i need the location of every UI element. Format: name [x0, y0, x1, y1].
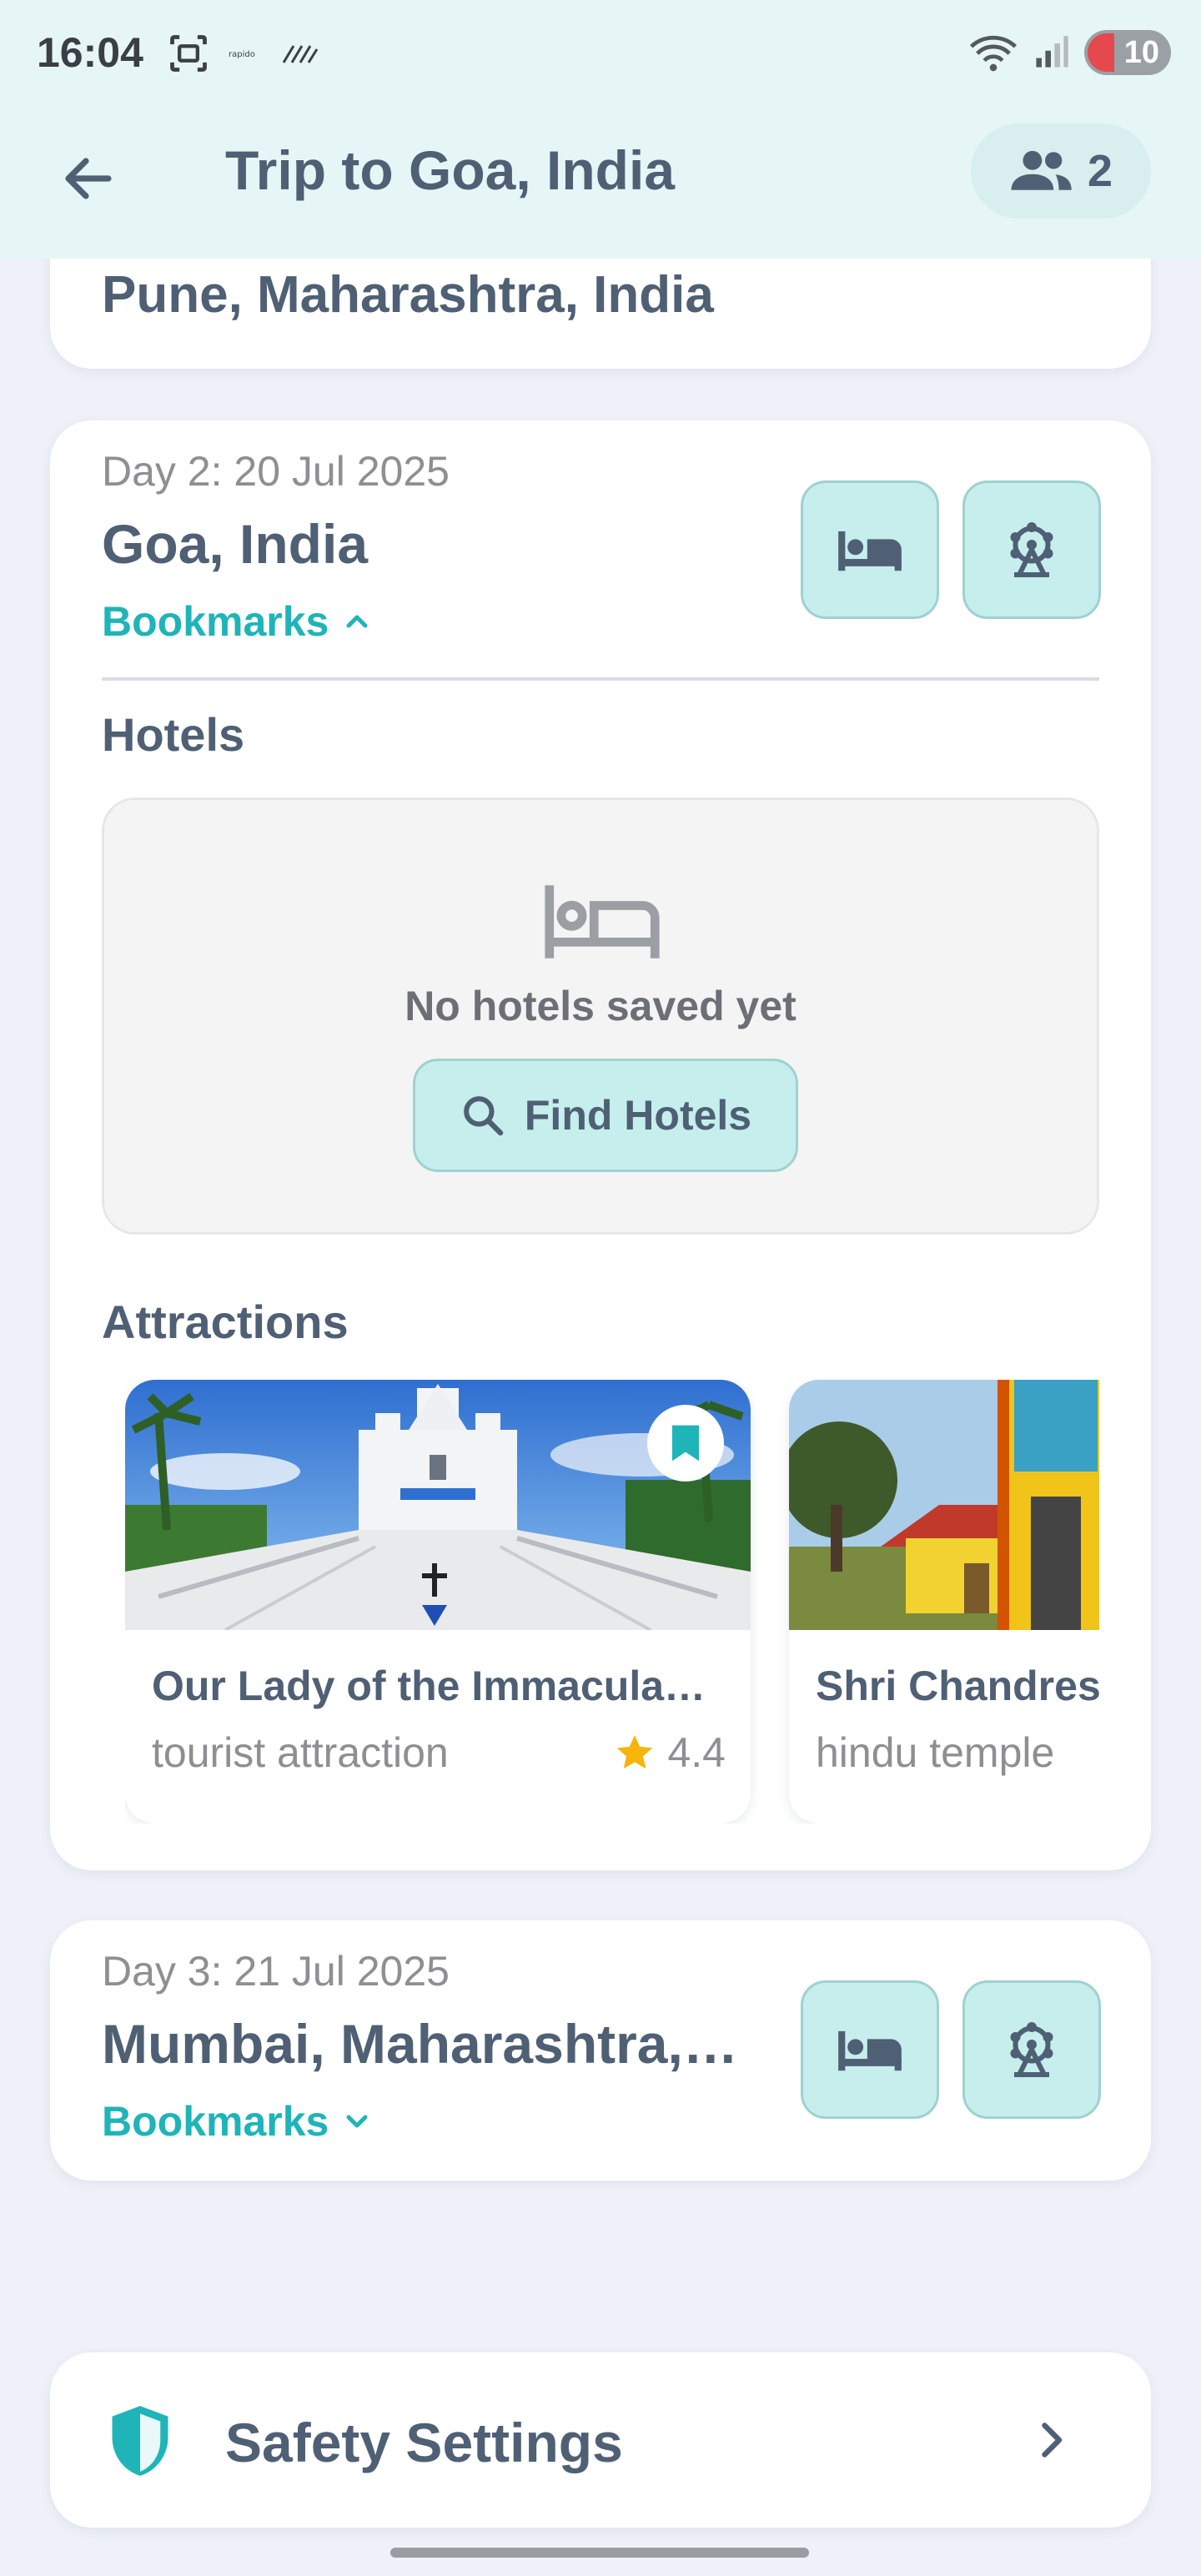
status-time: 16:04 [37, 29, 143, 76]
attractions-section-title: Attractions [102, 1296, 349, 1348]
battery-low-fill [1088, 33, 1114, 72]
battery-indicator: 10 [1084, 30, 1171, 75]
attractions-search-button[interactable] [962, 1980, 1101, 2119]
svg-text:rapido: rapido [229, 50, 255, 59]
attraction-card[interactable]: Our Lady of the Immacula… tourist attrac… [125, 1380, 751, 1824]
slash-icon [282, 45, 319, 63]
status-icons-right: 10 [969, 30, 1171, 75]
members-button[interactable]: 2 [971, 123, 1151, 219]
arrow-back-icon [65, 158, 112, 199]
day-label: Day 3: 21 Jul 2025 [102, 1948, 450, 1995]
attraction-name: Our Lady of the Immacula… [152, 1663, 706, 1709]
attraction-type: tourist attraction [152, 1729, 449, 1776]
back-button[interactable] [50, 140, 127, 217]
members-count: 2 [1087, 146, 1113, 196]
day-card-3: Day 3: 21 Jul 2025 Mumbai, Maharashtra,…… [50, 1920, 1151, 2181]
hotel-search-button[interactable] [801, 1980, 939, 2119]
status-icons-left: rapido [167, 32, 320, 75]
day-location: Goa, India [102, 513, 369, 575]
day-location: Mumbai, Maharashtra,… [102, 2013, 738, 2075]
status-bar: 16:04 rapido 10 [0, 0, 1201, 108]
day-label: Day 2: 20 Jul 2025 [102, 448, 450, 495]
hotel-search-button[interactable] [801, 480, 939, 619]
top-bar: 16:04 rapido 10 Trip to Goa, India 2 [0, 0, 1201, 259]
bookmarks-label: Bookmarks [102, 2098, 329, 2145]
shield-icon [112, 2406, 168, 2476]
ferris-wheel-icon [1010, 522, 1053, 577]
chevron-up-icon [346, 615, 368, 628]
rapido-icon: rapido [229, 50, 255, 59]
find-hotels-button[interactable]: Find Hotels [413, 1059, 798, 1172]
screenshot-icon [170, 35, 207, 72]
hotels-empty-state: No hotels saved yet Find Hotels [102, 797, 1099, 1235]
attraction-card[interactable]: Shri Chandres hindu temple [789, 1380, 1099, 1824]
bookmark-filled-icon [672, 1425, 699, 1462]
rating-value: 4.4 [667, 1729, 726, 1776]
battery-level: 10 [1123, 34, 1159, 70]
divider [102, 677, 1099, 681]
home-indicator[interactable] [390, 2548, 809, 2558]
ferris-wheel-icon [1010, 2022, 1053, 2077]
hotels-section-title: Hotels [102, 708, 245, 761]
attraction-rating: 4.4 [614, 1728, 726, 1777]
safety-settings-button[interactable]: Safety Settings [50, 2352, 1151, 2528]
bed-icon [838, 531, 902, 571]
empty-state-text: No hotels saved yet [405, 983, 796, 1029]
attractions-carousel[interactable]: Our Lady of the Immacula… tourist attrac… [125, 1380, 1099, 1824]
find-hotels-label: Find Hotels [524, 1092, 752, 1139]
star-icon [617, 1735, 653, 1769]
page-title: Trip to Goa, India [225, 139, 676, 201]
previous-day-location: Pune, Maharashtra, India [102, 266, 714, 324]
bookmarks-label: Bookmarks [102, 598, 329, 645]
safety-settings-label: Safety Settings [225, 2412, 623, 2473]
hotel-outline-icon [545, 885, 660, 958]
attraction-image [789, 1380, 1099, 1630]
day-card-2: Day 2: 20 Jul 2025 Goa, India Bookmarks … [50, 420, 1151, 1870]
bookmark-toggle[interactable] [647, 1405, 724, 1482]
group-icon [1011, 150, 1072, 190]
attractions-search-button[interactable] [962, 480, 1101, 619]
bookmarks-toggle[interactable]: Bookmarks [102, 2097, 374, 2146]
chevron-down-icon [346, 2115, 368, 2128]
bookmarks-toggle[interactable]: Bookmarks [102, 597, 374, 646]
search-icon [464, 1096, 504, 1136]
app-bar: Trip to Goa, India 2 [0, 108, 1201, 234]
attraction-type: hindu temple [816, 1729, 1055, 1776]
bed-icon [838, 2030, 902, 2071]
wifi-icon [969, 35, 1018, 72]
signal-icon [1036, 36, 1068, 68]
attraction-name: Shri Chandres [816, 1663, 1099, 1709]
chevron-right-icon [1042, 2423, 1063, 2458]
